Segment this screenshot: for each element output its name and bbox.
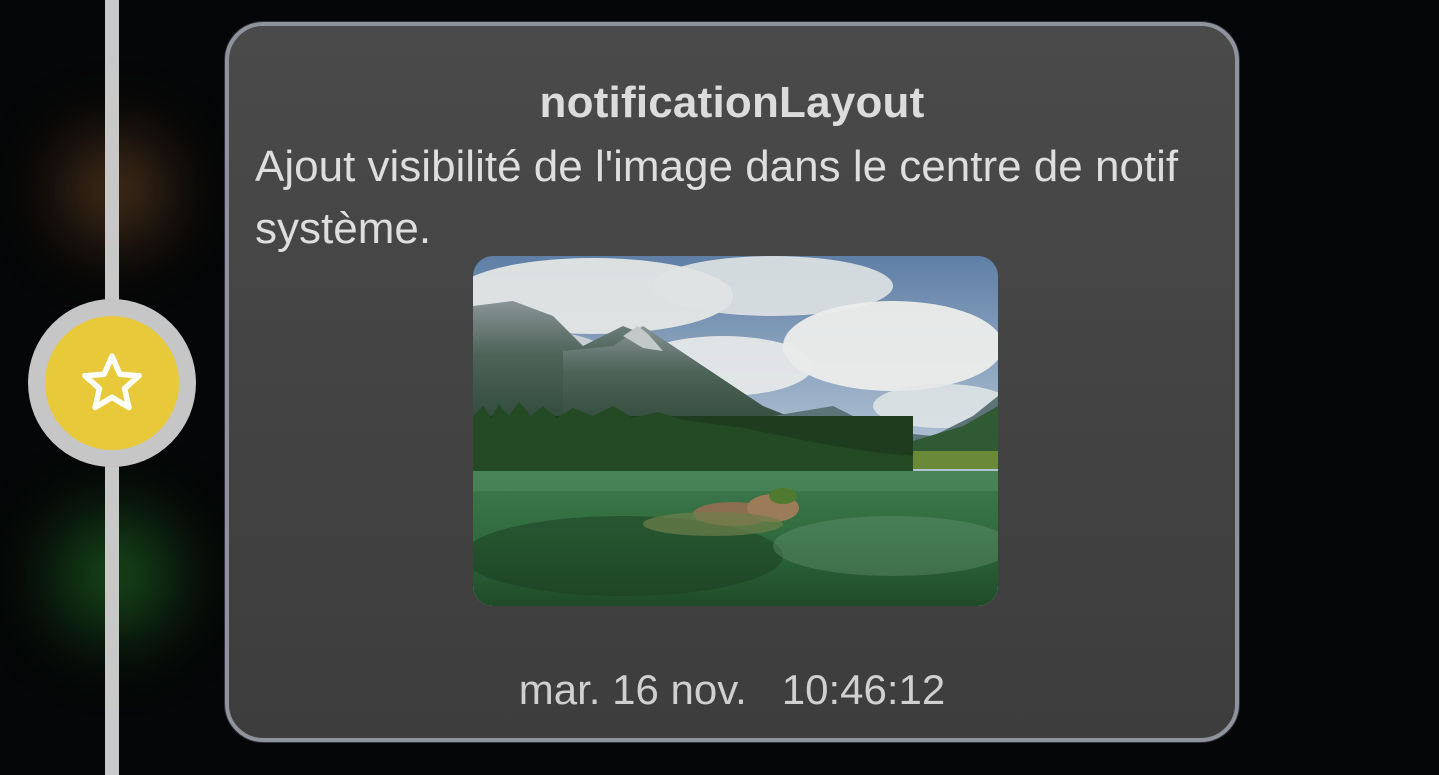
timeline-node-badge <box>45 316 179 450</box>
notification-timeline-screen: notificationLayout Ajout visibilité de l… <box>0 0 1439 775</box>
notification-timestamp: mar. 16 nov. 10:46:12 <box>229 666 1235 714</box>
notification-time: 10:46:12 <box>781 666 946 713</box>
notification-body: Ajout visibilité de l'image dans le cent… <box>255 142 1179 253</box>
notification-card[interactable]: notificationLayout Ajout visibilité de l… <box>225 22 1239 742</box>
star-outline-icon <box>82 353 142 411</box>
notification-date: mar. 16 nov. <box>518 666 747 713</box>
timeline-node[interactable] <box>28 299 196 467</box>
notification-image[interactable] <box>473 256 998 606</box>
landscape-image <box>473 256 998 606</box>
notification-title: notificationLayout <box>539 78 925 127</box>
